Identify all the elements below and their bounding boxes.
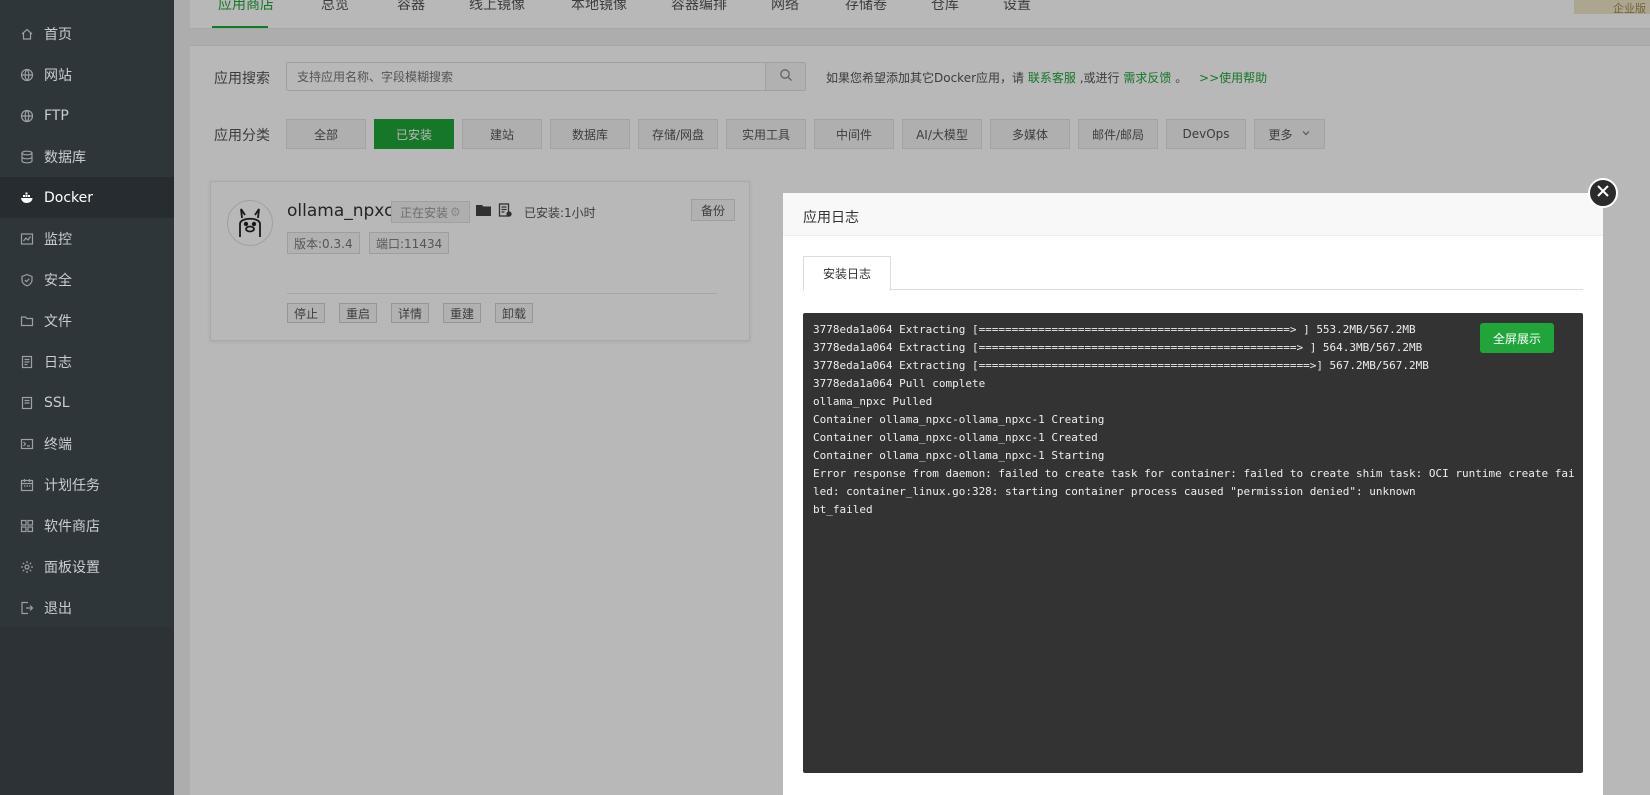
sidebar-item-label: Docker xyxy=(44,189,94,206)
sidebar-item-logs[interactable]: 日志 xyxy=(0,341,174,382)
logout-icon xyxy=(20,601,34,615)
sidebar-item-files[interactable]: 文件 xyxy=(0,300,174,341)
fullscreen-button[interactable]: 全屏展示 xyxy=(1480,323,1554,353)
sidebar-item-docker[interactable]: Docker xyxy=(0,177,174,218)
sidebar-item-label: 首页 xyxy=(44,26,72,43)
sidebar-item-label: 网站 xyxy=(44,67,72,84)
globe-icon xyxy=(20,109,34,123)
sidebar-item-label: 日志 xyxy=(44,354,72,371)
log-line: Container ollama_npxc-ollama_npxc-1 Crea… xyxy=(813,431,1098,444)
sidebar-item-website[interactable]: 网站 xyxy=(0,54,174,95)
database-icon xyxy=(20,150,34,164)
monitor-icon xyxy=(20,232,34,246)
log-line: led: container_linux.go:328: starting co… xyxy=(813,485,1416,498)
dialog-title: 应用日志 xyxy=(803,210,859,226)
dialog-tabs: 安装日志 xyxy=(803,256,1583,291)
sidebar: 首页 网站 FTP 数据库 Docker 监控 安全 文件 日志 SSL 终端 xyxy=(0,0,174,795)
dialog-header: 应用日志 xyxy=(783,193,1603,236)
close-icon xyxy=(1596,184,1610,202)
sidebar-item-label: 退出 xyxy=(44,600,72,617)
sidebar-item-monitor[interactable]: 监控 xyxy=(0,218,174,259)
sidebar-item-label: 终端 xyxy=(44,436,72,453)
app-log-dialog: 应用日志 安装日志 3778eda1a064 Extracting [=====… xyxy=(783,193,1603,795)
sidebar-item-label: 数据库 xyxy=(44,149,86,166)
log-line: 3778eda1a064 Extracting [===============… xyxy=(813,341,1423,354)
close-dialog-button[interactable] xyxy=(1588,178,1618,208)
shield-icon xyxy=(20,273,34,287)
gear-icon xyxy=(20,560,34,574)
sidebar-item-cron[interactable]: 计划任务 xyxy=(0,464,174,505)
sidebar-item-label: 安全 xyxy=(44,272,72,289)
home-icon xyxy=(20,27,34,41)
sidebar-item-settings[interactable]: 面板设置 xyxy=(0,546,174,587)
sidebar-item-security[interactable]: 安全 xyxy=(0,259,174,300)
sidebar-item-label: FTP xyxy=(44,107,69,124)
sidebar-item-label: 文件 xyxy=(44,313,72,330)
sidebar-item-store[interactable]: 软件商店 xyxy=(0,505,174,546)
sidebar-item-home[interactable]: 首页 xyxy=(0,13,174,54)
sidebar-item-label: 监控 xyxy=(44,231,72,248)
folder-icon xyxy=(20,314,34,328)
calendar-icon xyxy=(20,478,34,492)
docker-icon xyxy=(20,191,34,205)
install-log-output[interactable]: 3778eda1a064 Extracting [===============… xyxy=(803,313,1583,773)
sidebar-item-label: 面板设置 xyxy=(44,559,100,576)
log-icon xyxy=(20,355,34,369)
log-line: 3778eda1a064 Pull complete xyxy=(813,377,986,390)
sidebar-item-label: SSL xyxy=(44,394,70,411)
sidebar-item-ssl[interactable]: SSL xyxy=(0,382,174,423)
log-line: Error response from daemon: failed to cr… xyxy=(813,467,1575,480)
log-line: 3778eda1a064 Extracting [===============… xyxy=(813,359,1429,372)
log-line: 3778eda1a064 Extracting [===============… xyxy=(813,323,1416,336)
sidebar-item-logout[interactable]: 退出 xyxy=(0,587,174,628)
grid-icon xyxy=(20,519,34,533)
log-line: Container ollama_npxc-ollama_npxc-1 Crea… xyxy=(813,413,1105,426)
ssl-icon xyxy=(20,396,34,410)
log-line: ollama_npxc Pulled xyxy=(813,395,933,408)
sidebar-item-terminal[interactable]: 终端 xyxy=(0,423,174,464)
tab-install-log[interactable]: 安装日志 xyxy=(803,256,891,291)
log-line: bt_failed xyxy=(813,503,873,516)
sidebar-item-label: 计划任务 xyxy=(44,477,100,494)
globe-icon xyxy=(20,68,34,82)
log-line: Container ollama_npxc-ollama_npxc-1 Star… xyxy=(813,449,1105,462)
terminal-icon xyxy=(20,437,34,451)
sidebar-item-database[interactable]: 数据库 xyxy=(0,136,174,177)
sidebar-item-label: 软件商店 xyxy=(44,518,100,535)
sidebar-item-ftp[interactable]: FTP xyxy=(0,95,174,136)
